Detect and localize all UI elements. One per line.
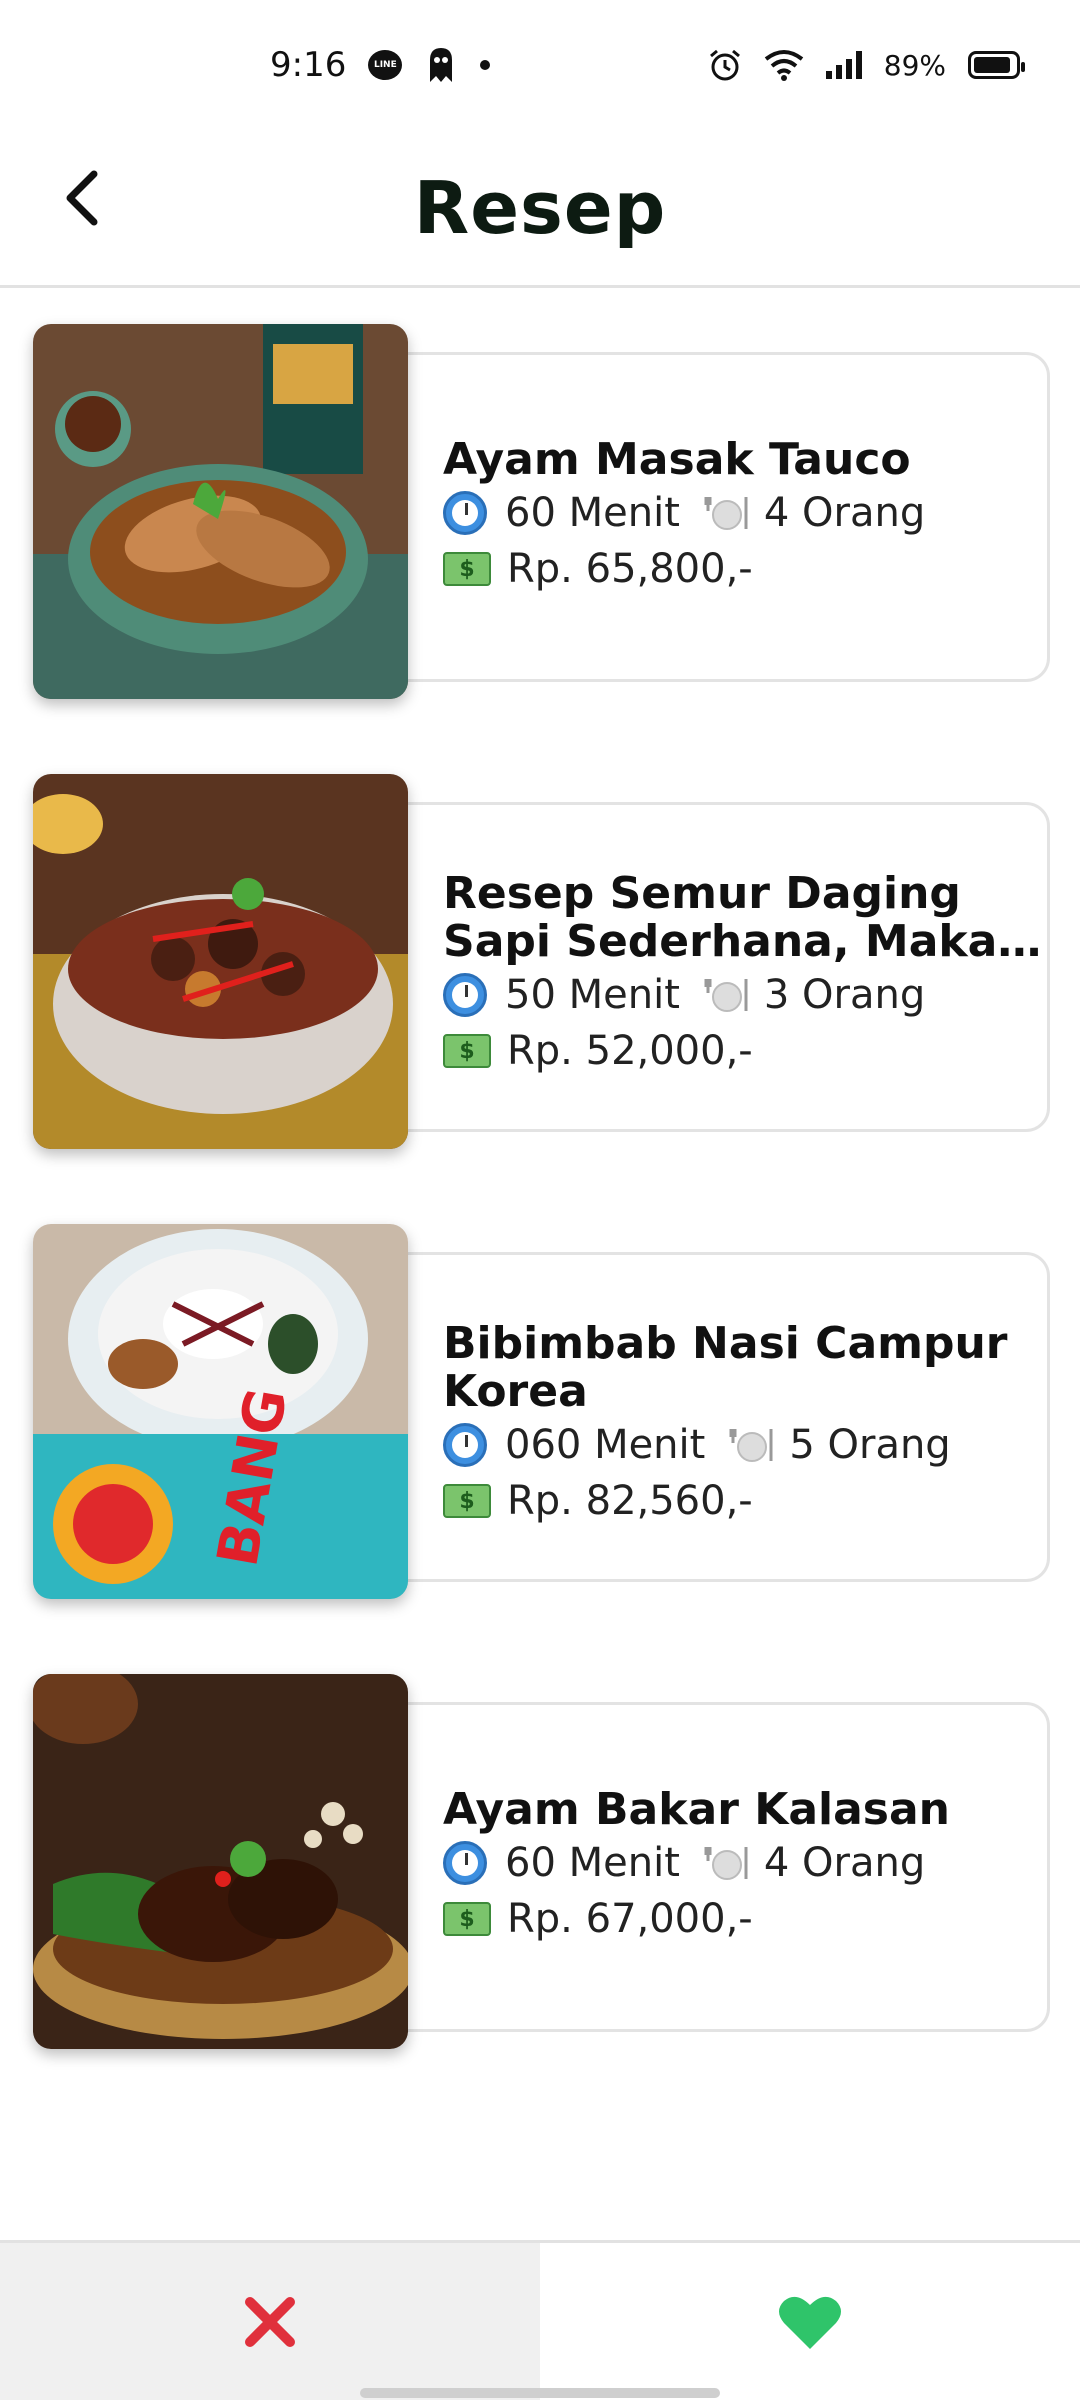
home-indicator[interactable] bbox=[360, 2388, 720, 2398]
recipe-image: BANG bbox=[33, 1224, 408, 1599]
recipe-info: Bibimbab Nasi Campur Korea 060 Menit 5 O… bbox=[443, 1320, 1042, 1528]
battery-percent: 89% bbox=[883, 48, 946, 82]
clock-icon bbox=[443, 1841, 487, 1885]
close-icon bbox=[245, 2296, 295, 2347]
recipe-time: 060 Menit bbox=[505, 1422, 706, 1468]
recipe-title: Ayam Masak Tauco bbox=[443, 436, 911, 484]
recipe-card[interactable]: Resep Semur Daging Sapi Sederhana, Makan… bbox=[33, 774, 1050, 1149]
clock-icon bbox=[443, 973, 487, 1017]
status-left: 9:16 LINE bbox=[270, 45, 491, 85]
ghost-icon bbox=[430, 48, 453, 82]
recipe-meta: 60 Menit 4 Orang bbox=[443, 1836, 1042, 1890]
status-bar: 9:16 LINE 89% bbox=[0, 0, 1080, 130]
recipe-image bbox=[33, 324, 408, 699]
alarm-icon bbox=[709, 49, 740, 81]
recipe-info: Ayam Masak Tauco 60 Menit 4 Orang $ Rp. … bbox=[443, 436, 1042, 596]
recipe-info: Ayam Bakar Kalasan 60 Menit 4 Orang $ Rp… bbox=[443, 1786, 1042, 1946]
plate-icon bbox=[729, 1429, 773, 1462]
recipe-card[interactable]: Ayam Masak Tauco 60 Menit 4 Orang $ Rp. … bbox=[33, 324, 1050, 699]
wifi-icon bbox=[764, 50, 803, 81]
recipe-title-line1: Resep Semur Daging bbox=[443, 870, 961, 918]
recipe-price-row: $ Rp. 82,560,- bbox=[443, 1474, 1042, 1528]
like-button[interactable] bbox=[540, 2243, 1080, 2400]
recipe-image bbox=[33, 1674, 408, 2049]
line-icon: LINE bbox=[368, 50, 403, 80]
recipe-servings: 5 Orang bbox=[789, 1422, 951, 1468]
money-icon: $ bbox=[443, 1902, 491, 1936]
money-icon: $ bbox=[443, 552, 491, 586]
battery-icon bbox=[968, 51, 1025, 79]
recipe-price-row: $ Rp. 67,000,- bbox=[443, 1892, 1042, 1946]
recipe-screen: 9:16 LINE 89% Resep Ayam Masak Tauco 60 … bbox=[0, 0, 1080, 2400]
clock-icon bbox=[443, 1423, 487, 1467]
recipe-info: Resep Semur Daging Sapi Sederhana, Makan… bbox=[443, 870, 1042, 1078]
recipe-card[interactable]: BANG Bibimbab Nasi Campur Korea 060 Meni… bbox=[33, 1224, 1050, 1599]
status-right: 89% bbox=[708, 48, 1025, 82]
plate-icon bbox=[704, 1847, 748, 1880]
recipe-price: Rp. 67,000,- bbox=[507, 1896, 753, 1942]
back-arrow-icon bbox=[66, 170, 98, 226]
app-header: Resep bbox=[0, 130, 1080, 288]
clock-icon bbox=[443, 491, 487, 535]
recipe-servings: 4 Orang bbox=[763, 490, 926, 536]
bottom-action-bar bbox=[0, 2240, 1080, 2400]
notification-dot-icon bbox=[480, 60, 491, 70]
recipe-time: 60 Menit bbox=[505, 1840, 680, 1886]
recipe-price: Rp. 82,560,- bbox=[507, 1478, 753, 1524]
reject-button[interactable] bbox=[0, 2243, 540, 2400]
recipe-price-row: $ Rp. 52,000,- bbox=[443, 1024, 1042, 1078]
recipe-title-line2: Korea bbox=[443, 1368, 588, 1416]
status-time: 9:16 bbox=[270, 45, 347, 85]
recipe-title-line1: Bibimbab Nasi Campur bbox=[443, 1320, 1008, 1368]
page-title: Resep bbox=[413, 165, 667, 250]
heart-icon bbox=[779, 2296, 841, 2349]
recipe-price: Rp. 52,000,- bbox=[507, 1028, 753, 1074]
recipe-meta: 060 Menit 5 Orang bbox=[443, 1418, 1042, 1472]
recipe-card[interactable]: Ayam Bakar Kalasan 60 Menit 4 Orang $ Rp… bbox=[33, 1674, 1050, 2049]
recipe-time: 50 Menit bbox=[505, 972, 680, 1018]
signal-icon bbox=[825, 51, 862, 79]
recipe-servings: 3 Orang bbox=[763, 972, 926, 1018]
money-icon: $ bbox=[443, 1034, 491, 1068]
recipe-servings: 4 Orang bbox=[763, 1840, 926, 1886]
recipe-price-row: $ Rp. 65,800,- bbox=[443, 542, 1042, 596]
plate-icon bbox=[704, 497, 748, 530]
recipe-title: Ayam Bakar Kalasan bbox=[443, 1786, 950, 1834]
recipe-meta: 60 Menit 4 Orang bbox=[443, 486, 1042, 540]
recipe-image bbox=[33, 774, 408, 1149]
back-button[interactable] bbox=[50, 166, 114, 230]
money-icon: $ bbox=[443, 1484, 491, 1518]
recipe-price: Rp. 65,800,- bbox=[507, 546, 753, 592]
recipe-title-line2: Sapi Sederhana, Makan... bbox=[443, 918, 1042, 966]
recipe-meta: 50 Menit 3 Orang bbox=[443, 968, 1042, 1022]
recipe-time: 60 Menit bbox=[505, 490, 680, 536]
plate-icon bbox=[704, 979, 748, 1012]
